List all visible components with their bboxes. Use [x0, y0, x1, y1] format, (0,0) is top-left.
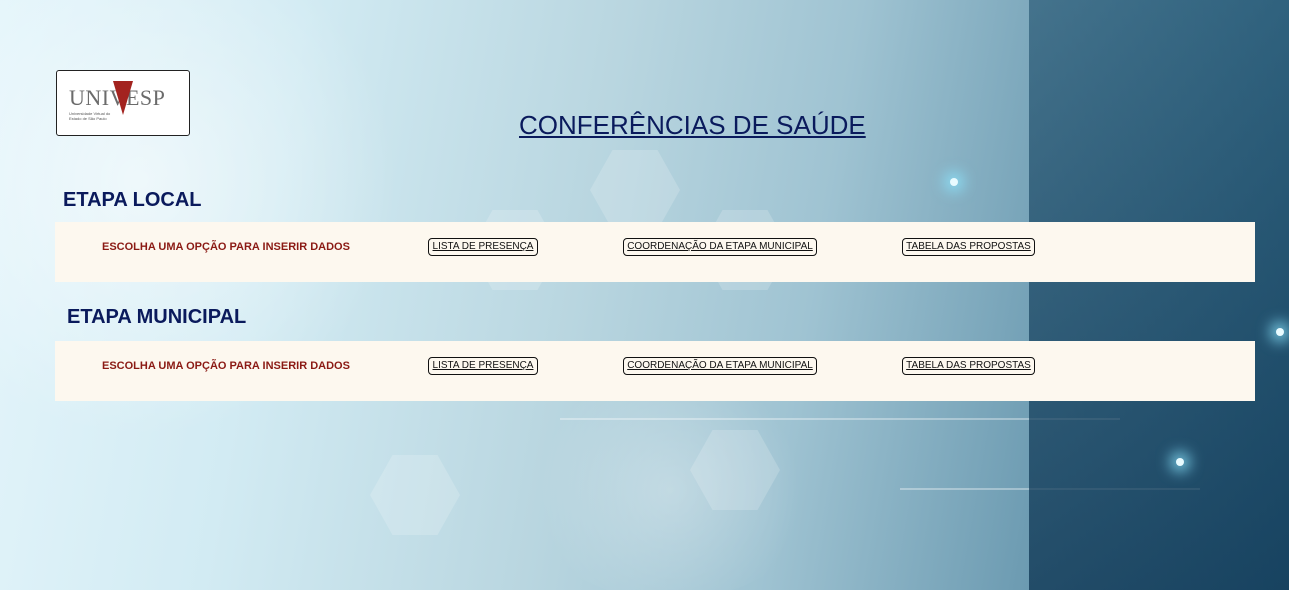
bg-hexagon: [370, 455, 460, 535]
tabela-propostas-button[interactable]: TABELA DAS PROPOSTAS: [902, 238, 1035, 256]
bg-glow: [520, 380, 820, 590]
prompt-text: ESCOLHA UMA OPÇÃO PARA INSERIR DADOS: [102, 360, 350, 372]
lista-presenca-button[interactable]: LISTA DE PRESENÇA: [428, 238, 538, 256]
bg-panel: [1029, 0, 1289, 590]
univesp-logo: UNIVESP Universidade Virtual do Estado d…: [56, 70, 190, 136]
options-band-etapa-local: ESCOLHA UMA OPÇÃO PARA INSERIR DADOS LIS…: [55, 222, 1255, 282]
section-title-etapa-local: ETAPA LOCAL: [63, 189, 202, 211]
section-title-etapa-municipal: ETAPA MUNICIPAL: [67, 306, 247, 328]
tabela-propostas-button[interactable]: TABELA DAS PROPOSTAS: [902, 357, 1035, 375]
coordenacao-etapa-municipal-button[interactable]: COORDENAÇÃO DA ETAPA MUNICIPAL: [623, 357, 817, 375]
logo-v-mark: [113, 81, 133, 115]
bg-light-dot: [1276, 328, 1284, 336]
background-image: [0, 0, 1289, 590]
bg-light-dot: [950, 178, 958, 186]
prompt-text: ESCOLHA UMA OPÇÃO PARA INSERIR DADOS: [102, 241, 350, 253]
bg-light-dot: [1176, 458, 1184, 466]
options-band-etapa-municipal: ESCOLHA UMA OPÇÃO PARA INSERIR DADOS LIS…: [55, 341, 1255, 401]
logo-subtitle: Universidade Virtual do Estado de São Pa…: [69, 111, 111, 121]
coordenacao-etapa-municipal-button[interactable]: COORDENAÇÃO DA ETAPA MUNICIPAL: [623, 238, 817, 256]
bg-hexagon: [590, 150, 680, 230]
lista-presenca-button[interactable]: LISTA DE PRESENÇA: [428, 357, 538, 375]
page-title[interactable]: CONFERÊNCIAS DE SAÚDE: [519, 110, 866, 141]
